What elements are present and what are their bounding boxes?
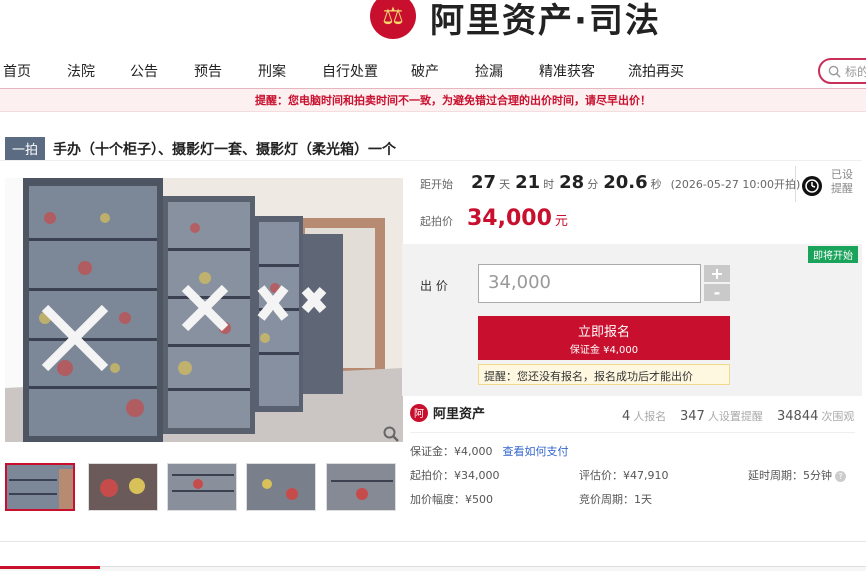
stats-row: 阿 阿里资产 4 人报名 347 人设置提醒 34844 次围观: [410, 403, 855, 429]
thumbnail-3-image: [168, 464, 236, 510]
brand-name: 阿里资产: [433, 407, 486, 422]
registration-tip: 提醒：您还没有报名，报名成功后才能出价: [478, 364, 730, 385]
views-label: 次围观: [821, 410, 855, 423]
thumbnail-5[interactable]: [326, 463, 396, 511]
views-count: 34844: [777, 409, 819, 424]
bid-period-info: 竞价周期：1天: [579, 493, 652, 506]
reminders: 347 人设置提醒: [680, 405, 763, 424]
start-price-unit: 元: [554, 214, 568, 229]
countdown-days: 27: [471, 172, 497, 193]
register-now-button[interactable]: 立即报名 保证金 ¥4,000: [478, 316, 730, 360]
appraisal-info: 评估价：¥47,910: [579, 469, 669, 482]
main-item-photo[interactable]: [5, 178, 403, 442]
start-time: (2026-05-27 10:00开拍): [670, 178, 801, 191]
thumbnail-4-image: [247, 464, 315, 510]
zoom-icon[interactable]: [382, 425, 400, 443]
nav-item-criminal[interactable]: 刑案: [258, 61, 286, 81]
search-placeholder: 标的: [845, 64, 866, 79]
logo-text: 阿里资产·司法: [430, 0, 661, 41]
nav-item-home[interactable]: 首页: [3, 61, 31, 81]
deposit-label: 保证金 ¥4,000: [569, 345, 639, 356]
reminders-count: 347: [680, 409, 705, 424]
signups-label: 人报名: [633, 410, 667, 423]
nav-item-preview[interactable]: 预告: [194, 61, 222, 81]
thumbnail-2-image: [89, 464, 157, 510]
start-price-label: 起拍价: [420, 215, 453, 228]
deposit-text: 保证金：¥4,000: [410, 445, 493, 458]
bid-label: 出 价: [420, 279, 448, 293]
countdown-minutes-unit: 分: [587, 178, 599, 191]
countdown-days-unit: 天: [499, 178, 511, 191]
countdown-seconds-unit: 秒: [650, 178, 662, 191]
thumbnail-1[interactable]: [5, 463, 75, 511]
increase-bid-button[interactable]: +: [704, 264, 730, 283]
countdown-hours-unit: 时: [543, 178, 555, 191]
start-price-row: 起拍价 34,000 元: [420, 206, 568, 231]
nav-item-bankruptcy[interactable]: 破产: [411, 61, 439, 81]
divider: [0, 541, 866, 542]
search-icon: [828, 65, 841, 78]
signups: 4 人报名: [622, 405, 666, 424]
reminder-label: 已设提醒: [831, 168, 853, 195]
alarm-clock-icon: [802, 176, 822, 196]
register-now-label: 立即报名: [577, 325, 630, 340]
reminder-button[interactable]: 已设提醒: [795, 166, 855, 202]
delay-text: 延时周期：5分钟: [748, 469, 832, 482]
brand[interactable]: 阿 阿里资产: [410, 403, 485, 422]
search-input[interactable]: 标的: [818, 58, 866, 84]
court-emblem-icon: ⚖: [370, 0, 416, 39]
how-to-pay-link[interactable]: 查看如何支付: [503, 445, 569, 458]
divider: [410, 432, 855, 433]
bid-amount-input[interactable]: 34,000: [478, 264, 701, 303]
decrease-bid-button[interactable]: -: [704, 283, 730, 302]
item-title: 手办（十个柜子）、摄影灯一套、摄影灯（柔光箱）一个: [53, 141, 397, 158]
thumbnail-3[interactable]: [167, 463, 237, 511]
nav-item-announcement[interactable]: 公告: [130, 61, 158, 81]
thumbnail-4[interactable]: [246, 463, 316, 511]
status-badge: 即将开始: [808, 246, 858, 263]
detail-tabs: [0, 566, 866, 571]
countdown: 距开始 27 天 21 时 28 分 20.6 秒 (2026-05-27 10…: [420, 172, 800, 193]
delay-info: 延时周期：5分钟?: [748, 467, 846, 483]
item-title-row: 一拍 手办（十个柜子）、摄影灯一套、摄影灯（柔光箱）一个: [5, 137, 396, 160]
start-price-info: 起拍价：¥34,000: [410, 469, 500, 482]
active-tab-indicator: [0, 566, 100, 569]
site-logo[interactable]: ⚖ 阿里资产·司法: [370, 0, 661, 42]
divider: [0, 160, 862, 161]
countdown-hours: 21: [515, 172, 541, 193]
nav-item-self-disposal[interactable]: 自行处置: [322, 61, 378, 81]
ali-assets-logo-icon: 阿: [410, 403, 428, 422]
bid-panel: 即将开始 出 价 34,000 + - 立即报名 保证金 ¥4,000 提醒：您…: [402, 244, 862, 396]
thumbnail-2[interactable]: [88, 463, 158, 511]
nav-item-bargain[interactable]: 捡漏: [475, 61, 503, 81]
countdown-seconds: 20.6: [603, 172, 648, 193]
countdown-minutes: 28: [559, 172, 585, 193]
thumbnail-1-image: [7, 465, 73, 509]
countdown-label: 距开始: [420, 178, 453, 191]
auction-round-badge: 一拍: [5, 137, 46, 160]
nav-item-rebuy[interactable]: 流拍再买: [628, 61, 684, 81]
thumbnail-5-image: [327, 464, 395, 510]
time-mismatch-notice: 提醒：您电脑时间和拍卖时间不一致，为避免错过合理的出价时间，请尽早出价！: [0, 88, 866, 112]
display-cabinets-photo: [5, 178, 403, 442]
increment-info: 加价幅度：¥500: [410, 493, 493, 506]
nav-item-precise-customers[interactable]: 精准获客: [539, 61, 595, 81]
help-icon[interactable]: ?: [835, 471, 846, 482]
start-price-value: 34,000: [467, 206, 552, 231]
nav-item-court[interactable]: 法院: [67, 61, 95, 81]
reminders-label: 人设置提醒: [707, 410, 763, 423]
deposit-info: 保证金：¥4,000 查看如何支付: [410, 443, 569, 459]
signups-count: 4: [622, 409, 631, 424]
views: 34844 次围观: [777, 405, 854, 424]
